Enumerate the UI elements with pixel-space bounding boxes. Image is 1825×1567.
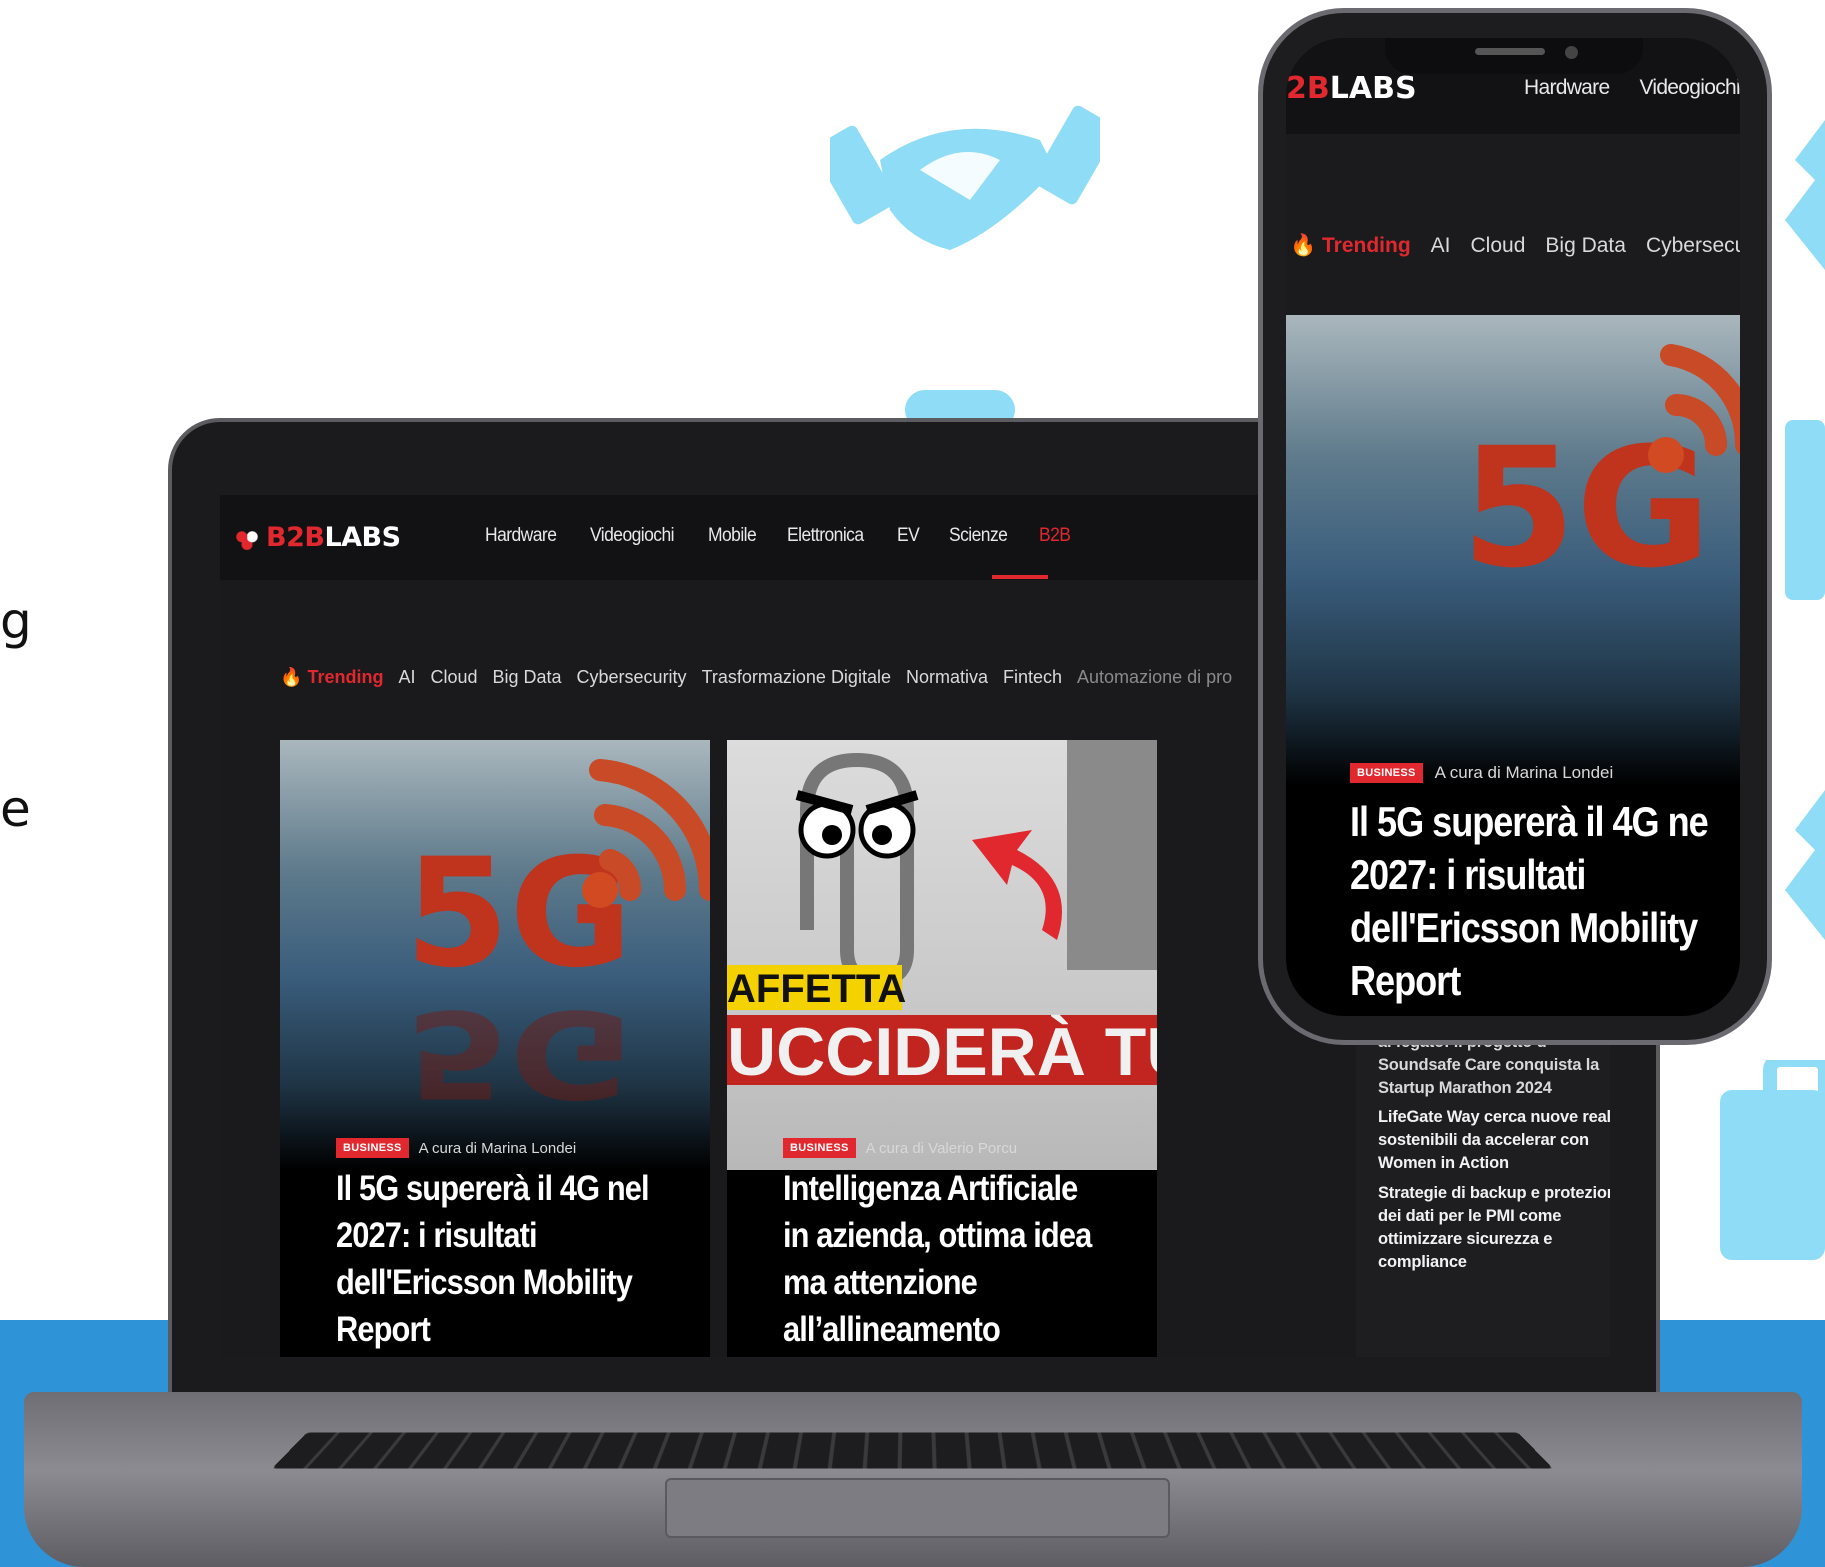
category-badge[interactable]: BUSINESS — [336, 1138, 409, 1158]
nav-item-videogiochi[interactable]: Videogiochi — [590, 525, 674, 547]
svg-text:UCCIDERÀ TU: UCCIDERÀ TU — [727, 1014, 1157, 1090]
nav-item-elettronica[interactable]: Elettronica — [787, 525, 864, 547]
5g-graphic: 5G 5G — [280, 740, 710, 1170]
flame-icon: 🔥 — [1290, 234, 1316, 257]
camera-icon — [1565, 46, 1578, 59]
promo-stage: g e B2BLABS Hardware Videogiochi Mobile … — [0, 0, 1825, 1567]
trending-item[interactable]: Cloud — [1471, 234, 1526, 258]
sidebar-article-link[interactable]: Strategie di backup e protezione dei dat… — [1378, 1182, 1610, 1274]
nav-item-videogiochi[interactable]: Videogiochi — [1639, 76, 1740, 100]
main-nav: Hardware Videogiochi — [1524, 76, 1740, 100]
trending-label[interactable]: 🔥 Trending — [280, 667, 383, 688]
trending-bar: 🔥 Trending AI Cloud Big Data Cybersecu — [1290, 234, 1740, 258]
svg-text:AFFETTA: AFFETTA — [727, 967, 906, 1011]
sidebar-article-list: Ultrasuoni per trattare un cancro al feg… — [1356, 1010, 1610, 1357]
trending-item[interactable]: AI — [398, 667, 415, 688]
flame-icon: 🔥 — [280, 667, 302, 687]
site-logo[interactable]: 2BLABS — [1286, 71, 1417, 106]
trending-item[interactable]: Big Data — [1545, 234, 1626, 258]
briefcase-icon — [1775, 400, 1825, 600]
article-author: A cura di Marina Londei — [419, 1140, 577, 1157]
phone-notch — [1385, 38, 1643, 74]
5g-graphic: 5G — [1286, 315, 1740, 785]
nav-item-hardware[interactable]: Hardware — [1524, 76, 1609, 100]
handshake-icon — [1775, 790, 1825, 940]
logo-mark-icon — [234, 528, 260, 550]
nav-item-hardware[interactable]: Hardware — [485, 525, 556, 547]
category-badge[interactable]: BUSINESS — [1350, 763, 1423, 783]
main-nav: Hardware Videogiochi Mobile Elettronica … — [485, 525, 1073, 547]
trending-item[interactable]: Cybersecurity — [577, 667, 687, 688]
trending-item[interactable]: Cybersecu — [1646, 234, 1740, 258]
article-card[interactable]: 5G BUSINESS A cura di Marina Londei Il 5… — [1286, 315, 1740, 1016]
phone-screen: 2BLABS Hardware Videogiochi 🔥 Trending A… — [1286, 38, 1740, 1016]
left-text-fragment: e — [0, 780, 31, 838]
article-author: A cura di Marina Londei — [1435, 763, 1614, 783]
article-card[interactable]: 5G 5G BUSINESS A cura di Marina Londei I… — [280, 740, 710, 1357]
article-card[interactable]: AFFETTA UCCIDERÀ TU BUSINESS A cura di V… — [727, 740, 1157, 1357]
handshake-icon — [1775, 120, 1825, 270]
article-image: 5G 5G — [280, 740, 710, 1170]
article-image: 5G — [1286, 315, 1740, 785]
svg-text:5G: 5G — [405, 983, 632, 1123]
trending-item[interactable]: Normativa — [906, 667, 988, 688]
trending-item[interactable]: Fintech — [1003, 667, 1062, 688]
speaker-icon — [1475, 48, 1545, 55]
keyboard — [272, 1432, 1553, 1468]
article-title[interactable]: Il 5G supererà il 4G nel 2027: i risulta… — [336, 1165, 662, 1353]
category-badge[interactable]: BUSINESS — [783, 1138, 856, 1158]
nav-item-scienze[interactable]: Scienze — [949, 525, 1007, 547]
trending-item[interactable]: AI — [1431, 234, 1451, 258]
trending-label[interactable]: 🔥 Trending — [1290, 234, 1411, 258]
trending-item[interactable]: Cloud — [430, 667, 477, 688]
article-image: AFFETTA UCCIDERÀ TU — [727, 740, 1157, 1170]
clippy-graphic: AFFETTA UCCIDERÀ TU — [727, 740, 1157, 1170]
article-title[interactable]: Il 5G supererà il 4G ne 2027: i risultat… — [1350, 795, 1711, 1007]
svg-text:5G: 5G — [405, 827, 633, 1001]
left-text-fragment: g — [0, 592, 32, 650]
article-title[interactable]: Intelligenza Artificiale in azienda, ott… — [783, 1165, 1109, 1353]
nav-item-ev[interactable]: EV — [897, 525, 919, 547]
nav-item-mobile[interactable]: Mobile — [708, 525, 756, 547]
handshake-icon — [830, 90, 1100, 260]
trackpad — [665, 1478, 1170, 1538]
trending-item[interactable]: Automazione di pro — [1077, 667, 1232, 688]
article-author: A cura di Valerio Porcu — [866, 1140, 1017, 1157]
sidebar-article-link[interactable]: LifeGate Way cerca nuove realtà sostenib… — [1378, 1106, 1610, 1175]
nav-item-b2b[interactable]: B2B — [1039, 525, 1070, 547]
trending-item[interactable]: Big Data — [492, 667, 561, 688]
trending-bar: 🔥 Trending AI Cloud Big Data Cybersecuri… — [280, 667, 1232, 688]
active-nav-indicator — [992, 575, 1048, 579]
site-logo[interactable]: B2BLABS — [234, 522, 401, 553]
trending-item[interactable]: Trasformazione Digitale — [702, 667, 891, 688]
briefcase-icon — [1720, 1060, 1825, 1260]
